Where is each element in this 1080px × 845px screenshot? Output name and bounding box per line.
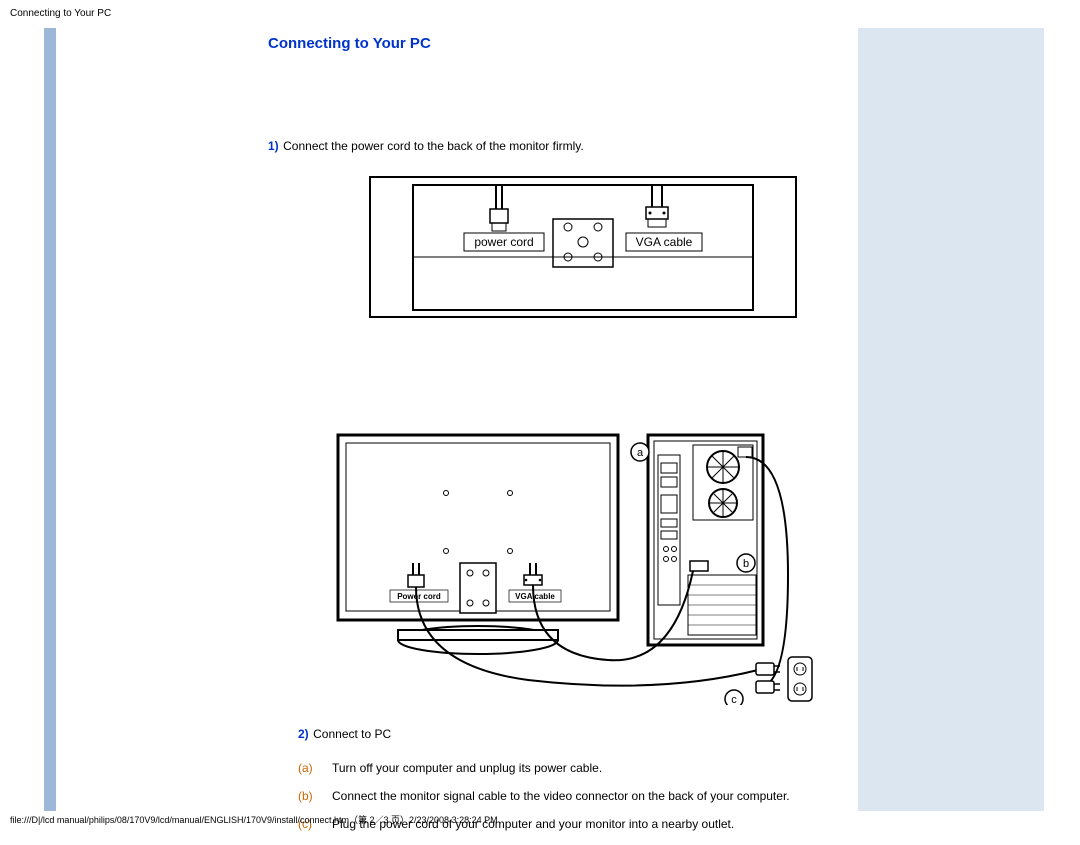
step-1: 1) Connect the power cord to the back of… <box>268 137 848 155</box>
right-sidebar-accent <box>858 28 1044 811</box>
diagram-2: Power cord VGA cable <box>328 425 848 705</box>
step-2: 2) Connect to PC <box>298 725 848 743</box>
page-header: Connecting to Your PC <box>10 8 111 19</box>
diagram1-vga-label: VGA cable <box>636 235 693 249</box>
callout-b: b <box>743 558 749 570</box>
diagram2-power-label: Power cord <box>397 592 441 601</box>
page-footer: file:///D|/lcd manual/philips/08/170V9/l… <box>10 813 498 826</box>
page-title: Connecting to Your PC <box>268 35 848 52</box>
step-2-text: Connect to PC <box>313 727 391 741</box>
substep-text: Turn off your computer and unplug its po… <box>332 761 602 775</box>
substep-a: (a) Turn off your computer and unplug it… <box>298 761 848 775</box>
substep-text: Connect the monitor signal cable to the … <box>332 789 790 803</box>
outlet-icon <box>788 657 812 701</box>
step-1-text: Connect the power cord to the back of th… <box>283 139 584 153</box>
substep-letter: (b) <box>298 789 332 803</box>
callout-a: a <box>637 447 644 459</box>
diagram1-power-label: power cord <box>474 235 533 249</box>
step-2-number: 2) <box>298 727 309 741</box>
callout-c: c <box>731 694 737 705</box>
main-content: Connecting to Your PC 1) Connect the pow… <box>268 35 848 845</box>
diagram2-vga-label: VGA cable <box>515 592 555 601</box>
step-1-number: 1) <box>268 139 279 153</box>
diagram-1: power cord VGA cable <box>368 175 848 320</box>
substep-b: (b) Connect the monitor signal cable to … <box>298 789 848 803</box>
left-sidebar-accent <box>44 28 56 811</box>
substep-letter: (a) <box>298 761 332 775</box>
